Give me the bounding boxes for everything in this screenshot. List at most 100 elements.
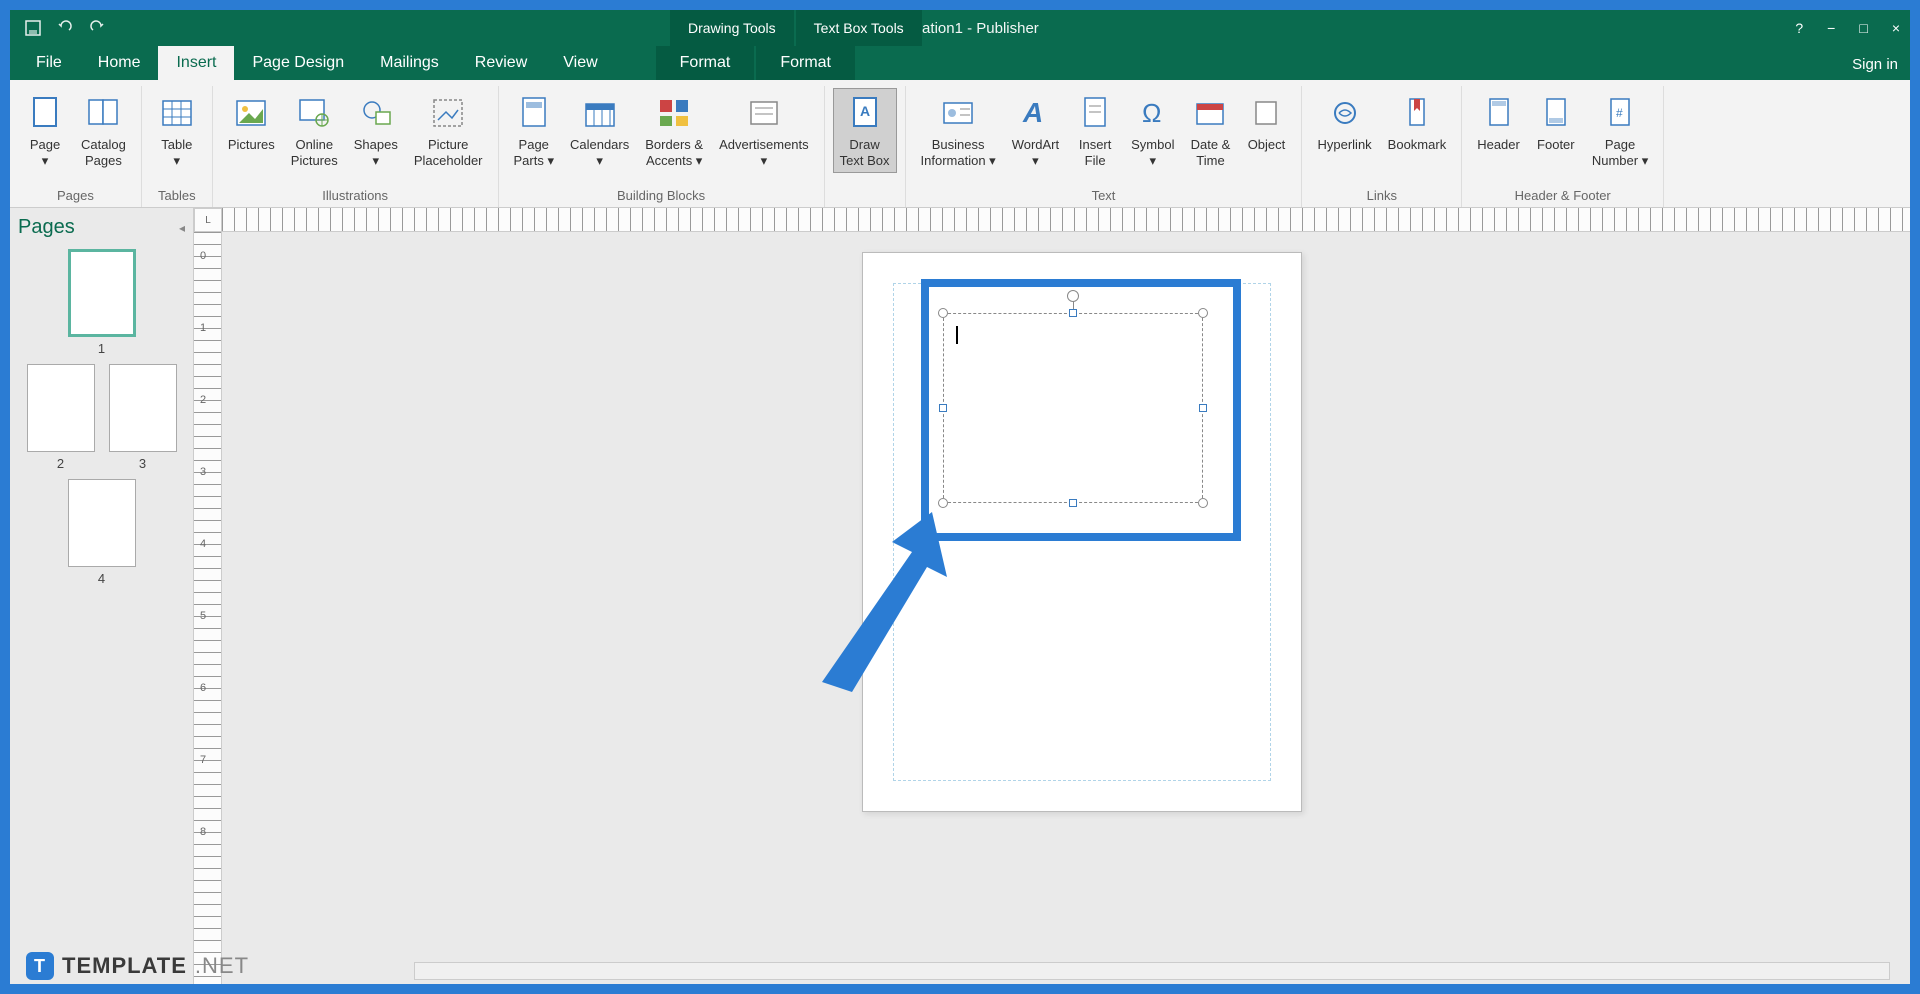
horizontal-ruler[interactable] [222,208,1910,232]
object-button[interactable]: Object [1239,88,1293,158]
biz-info-button[interactable]: Business Information ▾ [914,88,1003,173]
catalog-pages-label: Catalog Pages [81,137,126,168]
canvas[interactable] [222,232,1910,984]
catalog-pages-button[interactable]: Catalog Pages [74,88,133,173]
draw-text-box-label: Draw Text Box [840,137,890,168]
online-pictures-button[interactable]: Online Pictures [284,88,345,173]
shapes-button[interactable]: Shapes ▾ [347,88,405,173]
ads-icon [744,93,784,133]
group-label: Links [1304,186,1459,207]
ribbon-tab-bar: File Home Insert Page Design Mailings Re… [10,46,1910,80]
footer-button[interactable]: Footer [1529,88,1583,158]
tab-insert[interactable]: Insert [158,46,234,80]
pages-panel-title: Pages [18,216,75,239]
page-thumb-2[interactable]: 2 [26,364,96,471]
tab-mailings[interactable]: Mailings [362,46,457,80]
insert-file-label: Insert File [1079,137,1112,168]
link-icon [1325,93,1365,133]
object-label: Object [1248,137,1286,153]
close-button[interactable]: × [1892,20,1900,36]
draw-text-box-button[interactable]: A Draw Text Box [833,88,897,173]
tab-page-design[interactable]: Page Design [234,46,362,80]
table-icon [157,93,197,133]
pictures-button[interactable]: Pictures [221,88,282,158]
table-label: Table ▾ [161,137,192,168]
group-label: Illustrations [215,186,496,207]
placeholder-icon [428,93,468,133]
resize-handle-e[interactable] [1199,404,1207,412]
page-label: Page ▾ [30,137,60,168]
hyperlink-button[interactable]: Hyperlink [1310,88,1378,158]
insert-file-button[interactable]: Insert File [1068,88,1122,173]
hyperlink-label: Hyperlink [1317,137,1371,153]
rotate-handle[interactable] [1067,290,1079,302]
ads-label: Advertisements ▾ [719,137,809,168]
qat-undo-icon[interactable] [56,19,74,37]
tab-format-drawing[interactable]: Format [656,46,755,80]
borders-icon [654,93,694,133]
page-parts-button[interactable]: Page Parts ▾ [507,88,561,173]
borders-button[interactable]: Borders & Accents ▾ [638,88,710,173]
bookmark-icon [1397,93,1437,133]
ads-button[interactable]: Advertisements ▾ [712,88,816,173]
tab-view[interactable]: View [545,46,615,80]
picture-placeholder-button[interactable]: Picture Placeholder [407,88,490,173]
page-thumb-1[interactable]: 1 [67,249,137,356]
resize-handle-w[interactable] [939,404,947,412]
borders-label: Borders & Accents ▾ [645,137,703,168]
qat-redo-icon[interactable] [88,19,106,37]
online-pictures-label: Online Pictures [291,137,338,168]
resize-handle-ne[interactable] [1198,308,1208,318]
page-number-button[interactable]: # Page Number ▾ [1585,88,1655,173]
catalog-icon [83,93,123,133]
calendar-icon [580,93,620,133]
text-box[interactable] [943,313,1203,503]
titlebar: Publication1 - Publisher Drawing Tools T… [10,10,1910,46]
horizontal-scrollbar[interactable] [414,962,1890,980]
tab-review[interactable]: Review [457,46,545,80]
tab-home[interactable]: Home [80,46,159,80]
group-label: Pages [12,186,139,207]
page-thumb-3[interactable]: 3 [108,364,178,471]
help-button[interactable]: ? [1795,20,1803,36]
resize-handle-se[interactable] [1198,498,1208,508]
contextual-tab-drawing: Drawing Tools [670,10,794,46]
shapes-icon [356,93,396,133]
resize-handle-nw[interactable] [938,308,948,318]
page-thumb-4[interactable]: 4 [67,479,137,586]
tab-format-textbox[interactable]: Format [756,46,855,80]
resize-handle-n[interactable] [1069,309,1077,317]
sign-in-link[interactable]: Sign in [1852,56,1910,80]
document-page[interactable] [862,252,1302,812]
header-button[interactable]: Header [1470,88,1527,158]
footer-label: Footer [1537,137,1575,153]
calendars-button[interactable]: Calendars ▾ [563,88,636,173]
tab-file[interactable]: File [18,46,80,80]
minimize-button[interactable]: − [1827,20,1835,36]
resize-handle-sw[interactable] [938,498,948,508]
date-time-button[interactable]: Date & Time [1183,88,1237,173]
page-number-label: Page Number ▾ [1592,137,1648,168]
maximize-button[interactable]: □ [1859,20,1867,36]
wordart-button[interactable]: AWordArt ▾ [1005,88,1066,173]
svg-text:A: A [860,103,870,119]
wordart-label: WordArt ▾ [1012,137,1059,168]
watermark-icon: T [26,952,54,980]
group-label: Header & Footer [1464,186,1661,207]
pictures-label: Pictures [228,137,275,153]
vertical-ruler[interactable]: 0 1 2 3 4 5 6 7 8 [194,232,222,984]
group-label: Text [908,186,1300,207]
page-button[interactable]: Page ▾ [18,88,72,173]
resize-handle-s[interactable] [1069,499,1077,507]
ribbon: Page ▾Catalog PagesPagesTable ▾TablesPic… [10,80,1910,208]
qat-save-icon[interactable] [24,19,42,37]
online-pic-icon [294,93,334,133]
table-button[interactable]: Table ▾ [150,88,204,173]
svg-text:#: # [1616,106,1623,120]
pgnum-icon: # [1600,93,1640,133]
collapse-panel-icon[interactable]: ◂ [179,221,185,235]
picture-placeholder-label: Picture Placeholder [414,137,483,168]
bookmark-button[interactable]: Bookmark [1381,88,1454,158]
group-label [827,201,903,207]
symbol-button[interactable]: ΩSymbol ▾ [1124,88,1181,173]
